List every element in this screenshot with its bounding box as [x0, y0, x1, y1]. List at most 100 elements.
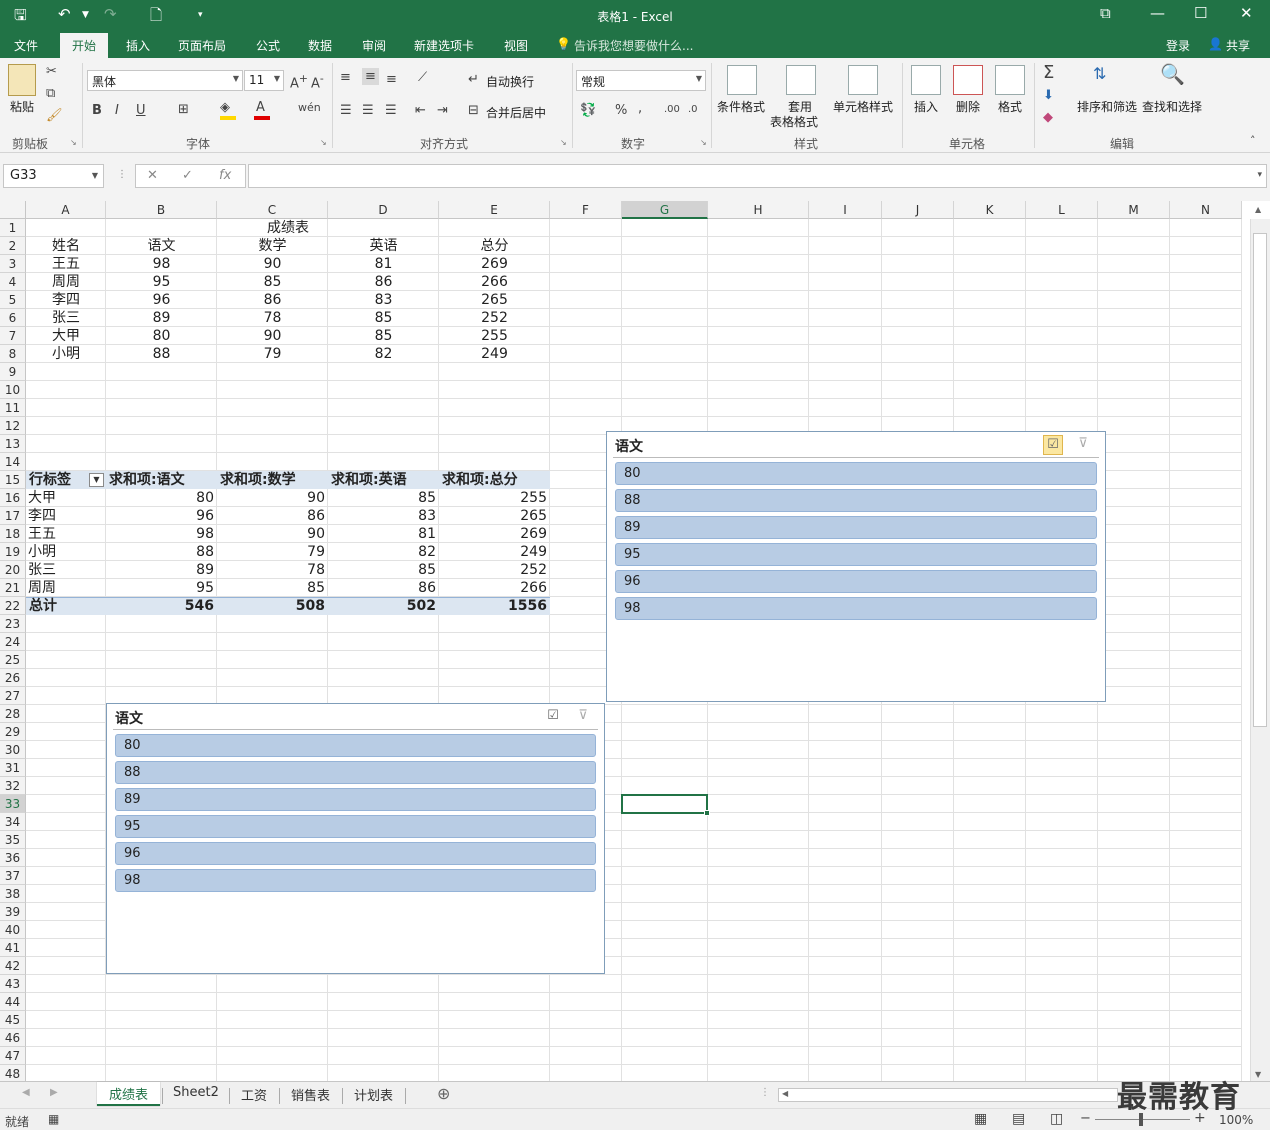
row-header[interactable]: 20 [0, 561, 26, 579]
decrease-font-icon[interactable]: A- [311, 72, 324, 91]
row-header[interactable]: 37 [0, 867, 26, 885]
slicer-item[interactable]: 80 [615, 462, 1097, 485]
tab-formulas[interactable]: 公式 [256, 37, 280, 54]
row-header[interactable]: 9 [0, 363, 26, 381]
column-header-a[interactable]: A [26, 201, 106, 219]
find-select-icon[interactable]: 🔍 [1160, 62, 1185, 86]
row-header[interactable]: 41 [0, 939, 26, 957]
login-button[interactable]: 登录 [1166, 37, 1190, 54]
fill-handle[interactable] [704, 810, 710, 816]
slicer-item[interactable]: 88 [115, 761, 596, 784]
wrap-text-button[interactable]: 自动换行 [486, 73, 534, 90]
row-header[interactable]: 15 [0, 471, 26, 489]
row-header[interactable]: 3 [0, 255, 26, 273]
row-header[interactable]: 5 [0, 291, 26, 309]
row-header[interactable]: 29 [0, 723, 26, 741]
row-header[interactable]: 44 [0, 993, 26, 1011]
row-header[interactable]: 13 [0, 435, 26, 453]
row-header[interactable]: 1 [0, 219, 26, 237]
row-header[interactable]: 2 [0, 237, 26, 255]
row-header[interactable]: 22 [0, 597, 26, 615]
slicer-item[interactable]: 89 [115, 788, 596, 811]
row-header[interactable]: 10 [0, 381, 26, 399]
slicer-item[interactable]: 98 [615, 597, 1097, 620]
row-header[interactable]: 31 [0, 759, 26, 777]
row-header[interactable]: 17 [0, 507, 26, 525]
cell-styles-button[interactable]: 单元格样式 [833, 98, 893, 115]
clear-filter-icon[interactable]: ⊽ [1073, 435, 1093, 455]
collapse-ribbon-icon[interactable]: ˄ [1250, 134, 1256, 147]
slicer-item[interactable]: 96 [615, 570, 1097, 593]
row-header[interactable]: 25 [0, 651, 26, 669]
scroll-down-icon[interactable]: ▼ [1255, 1070, 1261, 1079]
border-icon[interactable]: ⊞ [178, 102, 189, 117]
conditional-format-icon[interactable] [727, 65, 757, 95]
row-header[interactable]: 11 [0, 399, 26, 417]
column-header-b[interactable]: B [106, 201, 217, 219]
row-header[interactable]: 27 [0, 687, 26, 705]
slicer-chinese-left[interactable]: 语文 ☑ ⊽ 80 88 89 95 96 98 [106, 703, 605, 974]
align-middle-icon[interactable]: ≡ [362, 68, 379, 85]
insert-function-icon[interactable]: fx [219, 168, 231, 183]
format-table-line2[interactable]: 表格格式 [770, 113, 818, 130]
column-header-i[interactable]: I [809, 201, 882, 219]
name-box-dropdown-icon[interactable]: ▼ [92, 171, 98, 180]
minimize-icon[interactable]: — [1150, 4, 1165, 22]
italic-button[interactable]: I [115, 103, 119, 118]
sheet-tab-scores[interactable]: 成绩表 [97, 1082, 161, 1106]
increase-decimal-icon[interactable]: .00 [664, 104, 680, 115]
close-icon[interactable]: ✕ [1240, 4, 1253, 22]
font-color-icon[interactable]: A [256, 100, 265, 115]
tab-split-handle-icon[interactable]: ⋮ [760, 1087, 770, 1098]
merge-center-button[interactable]: 合并后居中 [486, 104, 546, 121]
slicer-item[interactable]: 88 [615, 489, 1097, 512]
number-format-combo[interactable]: 常规 ▼ [576, 70, 706, 91]
row-header[interactable]: 16 [0, 489, 26, 507]
tab-page-layout[interactable]: 页面布局 [178, 37, 226, 54]
align-top-icon[interactable]: ≡ [340, 70, 351, 85]
align-bottom-icon[interactable]: ≡ [386, 72, 397, 87]
paste-icon[interactable] [8, 64, 36, 96]
row-header[interactable]: 47 [0, 1047, 26, 1065]
row-header[interactable]: 30 [0, 741, 26, 759]
slicer-chinese-right[interactable]: 语文 ☑ ⊽ 80 88 89 95 96 98 [606, 431, 1106, 702]
cancel-icon[interactable]: ✕ [147, 168, 158, 183]
orientation-icon[interactable]: ⟋ [418, 70, 427, 85]
normal-view-icon[interactable]: ▦ [974, 1111, 987, 1127]
tell-me-box[interactable]: 告诉我您想要做什么... [574, 37, 693, 54]
row-header[interactable]: 23 [0, 615, 26, 633]
tab-new[interactable]: 新建选项卡 [414, 37, 474, 54]
accounting-format-icon[interactable]: 💱 [580, 103, 596, 118]
column-header-h[interactable]: H [708, 201, 809, 219]
tab-home[interactable]: 开始 [60, 33, 109, 58]
row-header[interactable]: 28 [0, 705, 26, 723]
copy-icon[interactable]: ⧉ [46, 86, 55, 101]
row-header[interactable]: 46 [0, 1029, 26, 1047]
insert-cells-button[interactable]: 插入 [914, 98, 938, 115]
ribbon-display-icon[interactable]: ⧉ [1100, 4, 1111, 22]
row-header[interactable]: 24 [0, 633, 26, 651]
scroll-up-icon[interactable]: ▲ [1255, 205, 1261, 214]
insert-cells-icon[interactable] [911, 65, 941, 95]
column-header-l[interactable]: L [1026, 201, 1098, 219]
column-header-j[interactable]: J [882, 201, 954, 219]
row-label-filter-button[interactable]: ▼ [89, 473, 104, 487]
bold-button[interactable]: B [92, 103, 102, 118]
font-launcher-icon[interactable]: ↘ [320, 138, 327, 147]
zoom-out-icon[interactable]: − [1080, 1111, 1091, 1126]
column-header-k[interactable]: K [954, 201, 1026, 219]
horizontal-scrollbar[interactable]: ◀ [778, 1088, 1118, 1102]
slicer-item[interactable]: 89 [615, 516, 1097, 539]
sheet-tab-plan[interactable]: 计划表 [354, 1085, 393, 1104]
slicer-item[interactable]: 95 [115, 815, 596, 838]
decrease-indent-icon[interactable]: ⇤ [415, 103, 426, 118]
page-layout-view-icon[interactable]: ▤ [1012, 1111, 1025, 1127]
tab-file[interactable]: 文件 [14, 37, 38, 54]
expand-formula-icon[interactable]: ▾ [1257, 170, 1262, 180]
sheet-tab-sheet2[interactable]: Sheet2 [173, 1085, 219, 1100]
row-header[interactable]: 42 [0, 957, 26, 975]
row-header[interactable]: 48 [0, 1065, 26, 1081]
fill-color-icon[interactable]: ◈ [220, 100, 230, 115]
name-box[interactable]: G33 ▼ [3, 164, 104, 188]
slicer-item[interactable]: 98 [115, 869, 596, 892]
